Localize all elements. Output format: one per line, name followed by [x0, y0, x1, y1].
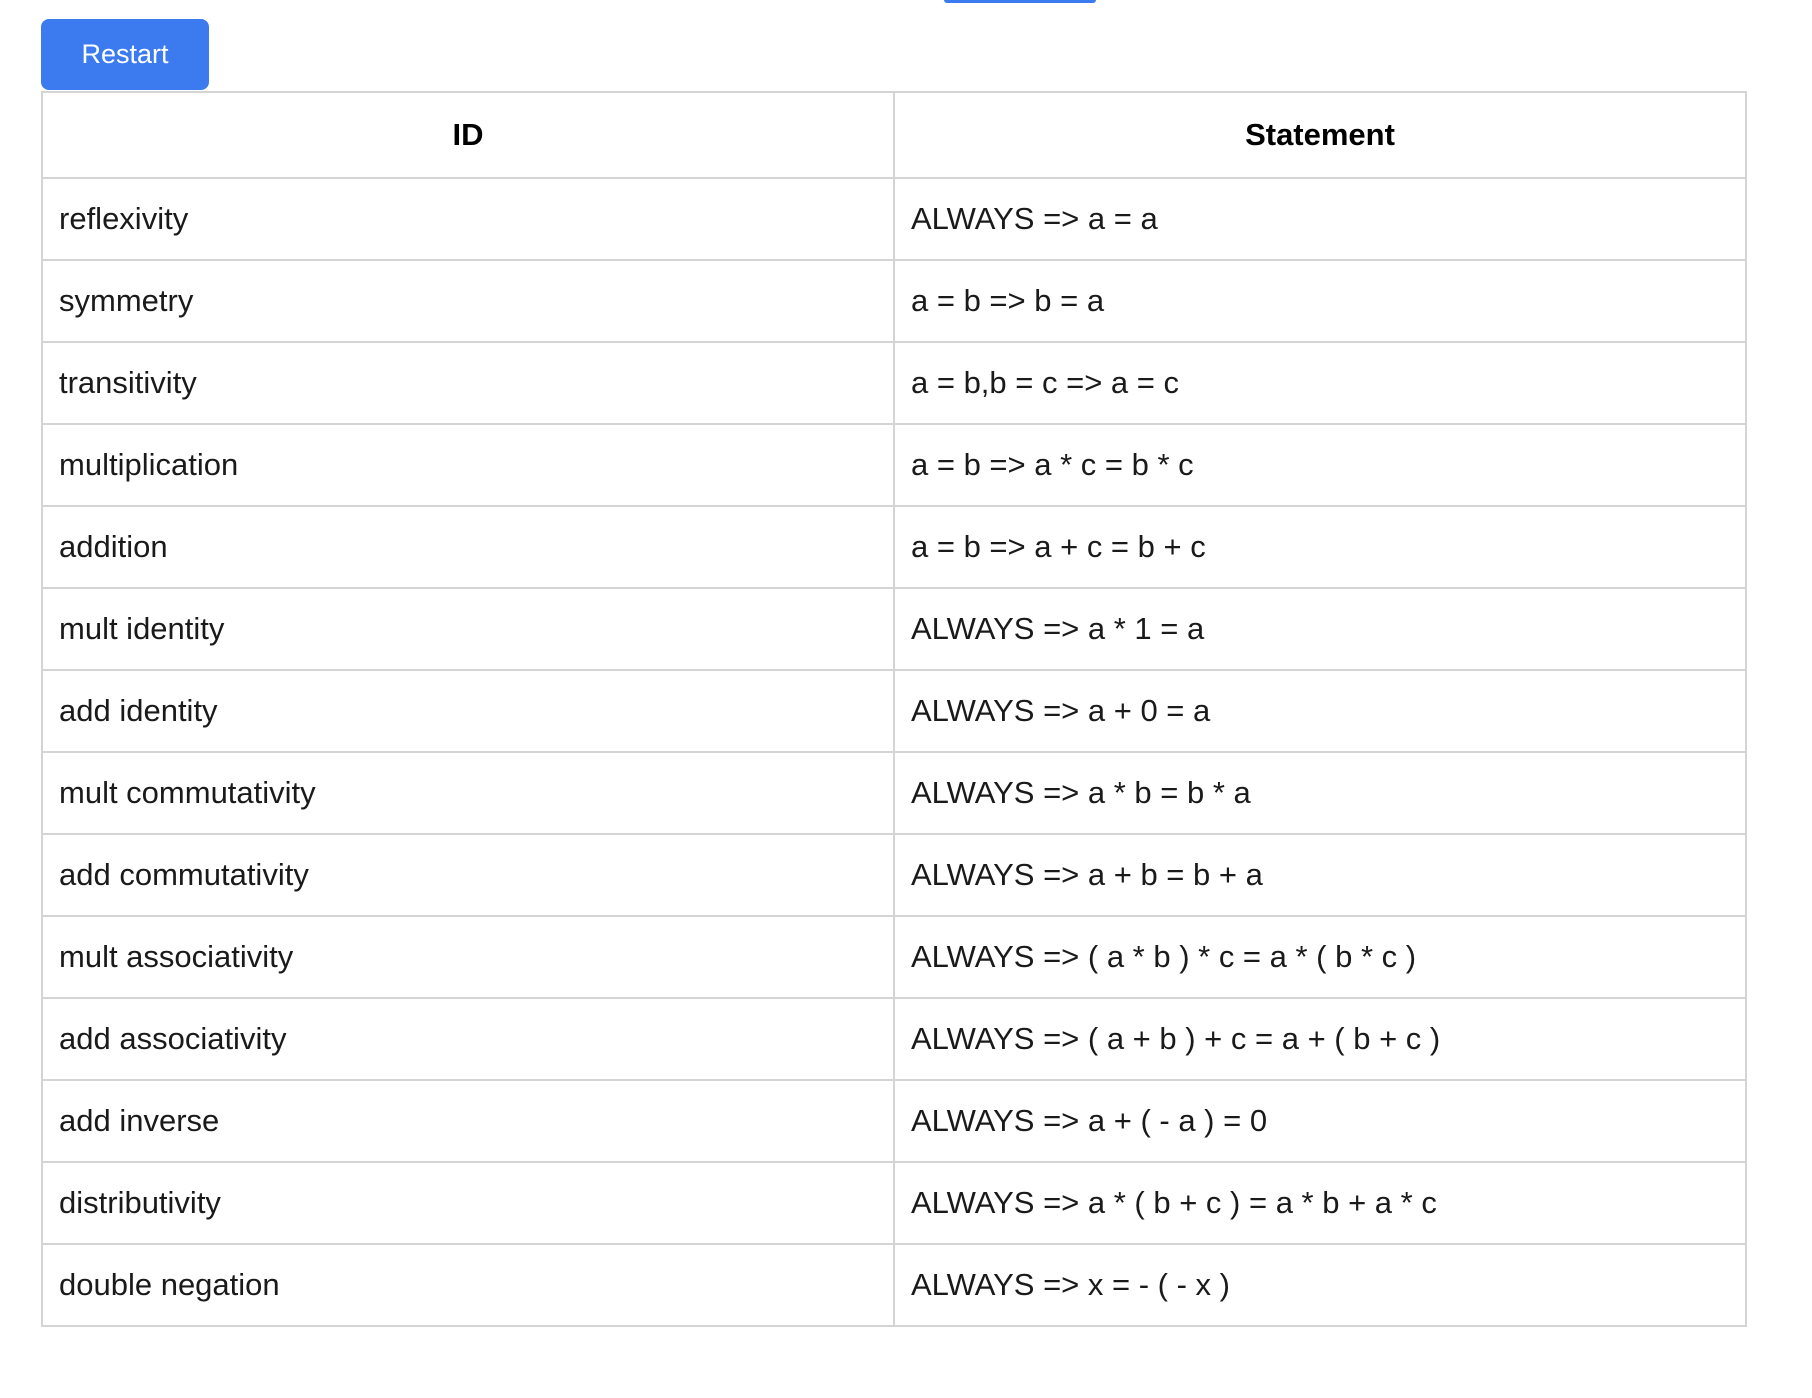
- restart-button[interactable]: Restart: [41, 19, 209, 90]
- rule-id-cell: mult identity: [41, 587, 895, 671]
- table-row: distributivity ALWAYS => a * ( b + c ) =…: [41, 1161, 1747, 1245]
- rule-id-cell: add associativity: [41, 997, 895, 1081]
- column-header-id: ID: [41, 91, 895, 179]
- rule-statement-cell: ALWAYS => ( a + b ) + c = a + ( b + c ): [893, 997, 1747, 1081]
- table-row: mult associativity ALWAYS => ( a * b ) *…: [41, 915, 1747, 999]
- rule-id-cell: reflexivity: [41, 177, 895, 261]
- top-tab-indicator: [944, 0, 1096, 3]
- rule-id-cell: distributivity: [41, 1161, 895, 1245]
- table-row: add identity ALWAYS => a + 0 = a: [41, 669, 1747, 753]
- table-row: transitivity a = b,b = c => a = c: [41, 341, 1747, 425]
- table-row: multiplication a = b => a * c = b * c: [41, 423, 1747, 507]
- rule-id-cell: mult associativity: [41, 915, 895, 999]
- rule-id-cell: transitivity: [41, 341, 895, 425]
- rule-statement-cell: ALWAYS => a * 1 = a: [893, 587, 1747, 671]
- rule-statement-cell: ALWAYS => ( a * b ) * c = a * ( b * c ): [893, 915, 1747, 999]
- table-row: reflexivity ALWAYS => a = a: [41, 177, 1747, 261]
- rule-id-cell: add commutativity: [41, 833, 895, 917]
- rule-id-cell: double negation: [41, 1243, 895, 1327]
- rule-id-cell: multiplication: [41, 423, 895, 507]
- rule-statement-cell: ALWAYS => a * b = b * a: [893, 751, 1747, 835]
- rule-statement-cell: ALWAYS => a + 0 = a: [893, 669, 1747, 753]
- table-row: add commutativity ALWAYS => a + b = b + …: [41, 833, 1747, 917]
- rule-statement-cell: ALWAYS => a + b = b + a: [893, 833, 1747, 917]
- table-row: mult commutativity ALWAYS => a * b = b *…: [41, 751, 1747, 835]
- rule-id-cell: add inverse: [41, 1079, 895, 1163]
- table-row: symmetry a = b => b = a: [41, 259, 1747, 343]
- rule-statement-cell: ALWAYS => a * ( b + c ) = a * b + a * c: [893, 1161, 1747, 1245]
- table-row: addition a = b => a + c = b + c: [41, 505, 1747, 589]
- column-header-statement: Statement: [893, 91, 1747, 179]
- table-row: mult identity ALWAYS => a * 1 = a: [41, 587, 1747, 671]
- table-row: add associativity ALWAYS => ( a + b ) + …: [41, 997, 1747, 1081]
- table-row: double negation ALWAYS => x = - ( - x ): [41, 1243, 1747, 1327]
- rule-statement-cell: a = b => b = a: [893, 259, 1747, 343]
- rule-statement-cell: ALWAYS => x = - ( - x ): [893, 1243, 1747, 1327]
- rule-statement-cell: a = b => a + c = b + c: [893, 505, 1747, 589]
- rule-id-cell: addition: [41, 505, 895, 589]
- rule-id-cell: symmetry: [41, 259, 895, 343]
- rule-id-cell: add identity: [41, 669, 895, 753]
- rules-table: ID Statement reflexivity ALWAYS => a = a…: [41, 91, 1747, 1327]
- table-row: add inverse ALWAYS => a + ( - a ) = 0: [41, 1079, 1747, 1163]
- rule-statement-cell: a = b => a * c = b * c: [893, 423, 1747, 507]
- table-header-row: ID Statement: [41, 91, 1747, 179]
- rule-statement-cell: ALWAYS => a = a: [893, 177, 1747, 261]
- rule-id-cell: mult commutativity: [41, 751, 895, 835]
- rule-statement-cell: a = b,b = c => a = c: [893, 341, 1747, 425]
- rule-statement-cell: ALWAYS => a + ( - a ) = 0: [893, 1079, 1747, 1163]
